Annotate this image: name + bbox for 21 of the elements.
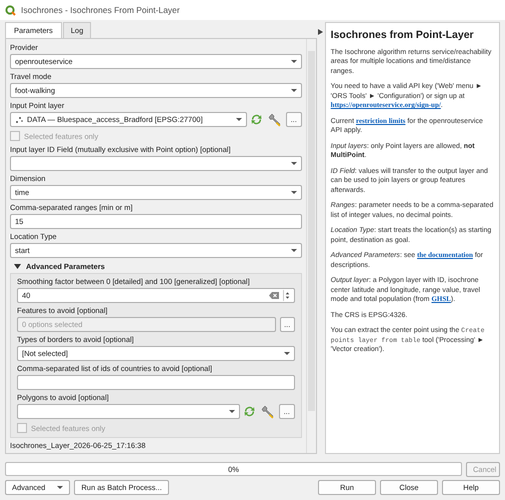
dropdown-caret-icon[interactable] <box>290 191 297 194</box>
dropdown-caret-icon[interactable] <box>290 60 297 63</box>
text-field[interactable] <box>17 375 295 390</box>
clear-icon[interactable] <box>268 292 279 299</box>
window-title: Isochrones - Isochrones From Point-Layer <box>21 4 180 16</box>
wrench-icon[interactable] <box>260 404 275 418</box>
spinner-arrows-icon[interactable] <box>282 290 290 301</box>
scrollbar[interactable] <box>306 39 316 453</box>
refresh-icon[interactable] <box>250 113 263 126</box>
dropdown-caret-icon[interactable] <box>228 410 235 413</box>
help-title: Isochrones from Point-Layer <box>330 29 475 42</box>
dropdown-caret-icon[interactable] <box>290 162 297 165</box>
wrench-icon[interactable] <box>268 112 282 126</box>
collapse-arrow-icon[interactable] <box>318 29 324 35</box>
dropdown-caret-icon[interactable] <box>236 118 242 121</box>
collapse-arrow-icon[interactable] <box>14 264 21 269</box>
dropdown-caret-icon[interactable] <box>290 249 297 252</box>
point-layer-icon <box>15 116 23 124</box>
app-logo-icon <box>5 4 16 16</box>
dropdown-caret-icon[interactable] <box>290 89 297 92</box>
dropdown-caret-icon[interactable] <box>284 352 290 355</box>
